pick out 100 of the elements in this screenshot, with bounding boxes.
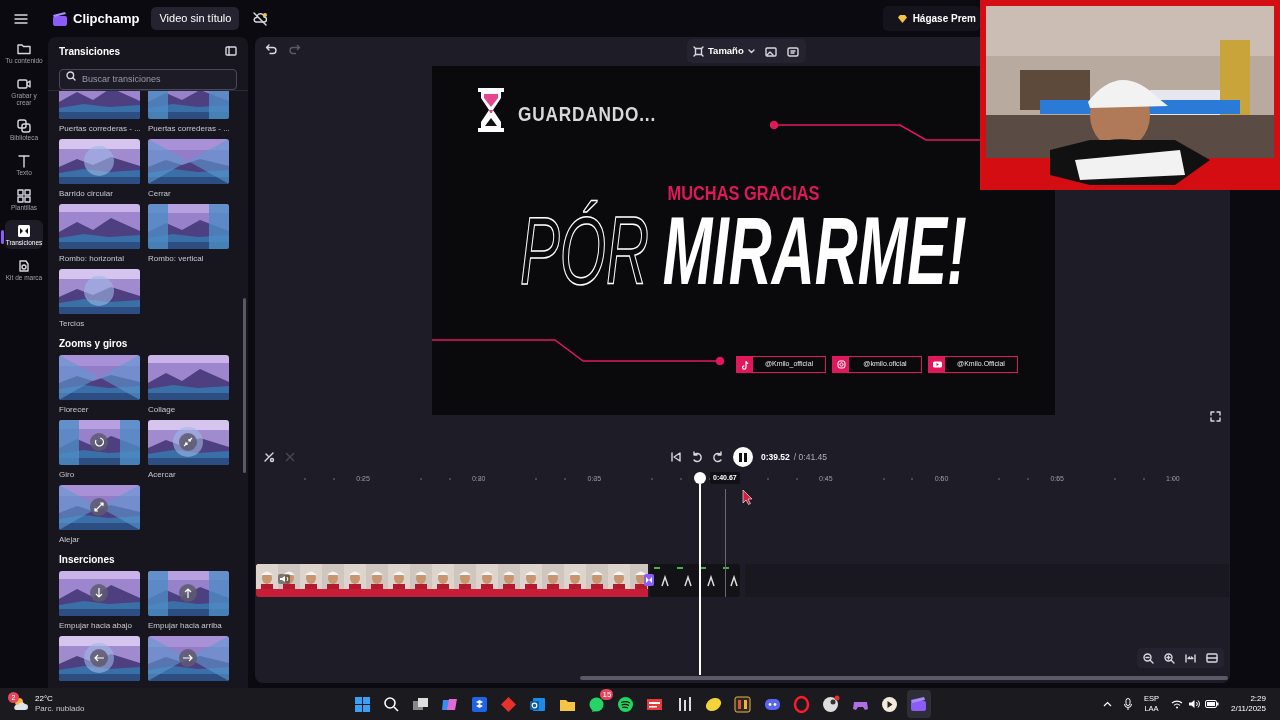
- split-icon[interactable]: [263, 451, 275, 463]
- folder-icon: [16, 41, 32, 57]
- hourglass-icon: [477, 88, 505, 132]
- resize-icon: [693, 45, 704, 57]
- diamond-icon[interactable]: [499, 694, 518, 714]
- wifi-icon[interactable]: [1171, 699, 1183, 709]
- transition-marker-icon[interactable]: [644, 574, 654, 586]
- app-name: Clipchamp: [73, 9, 140, 28]
- transition-item[interactable]: Alejar: [59, 485, 140, 550]
- undo-icon[interactable]: [265, 43, 277, 55]
- search-icon[interactable]: [381, 694, 401, 714]
- search-field[interactable]: Buscar transiciones: [59, 68, 237, 90]
- fit-width-icon[interactable]: [1185, 652, 1196, 664]
- camera-icon: [16, 76, 32, 92]
- chevron-down-icon: [747, 48, 755, 54]
- clapperboard-icon: [52, 10, 68, 27]
- library-icon: [16, 118, 32, 134]
- layout-icon[interactable]: [1206, 653, 1218, 663]
- zoom-out-icon[interactable]: [1143, 652, 1154, 664]
- item-label: Barrido circular: [59, 188, 114, 200]
- playhead-handle[interactable]: [694, 472, 706, 484]
- item-label: Florecer: [59, 404, 90, 416]
- item-label: Tercios: [59, 318, 86, 330]
- menu-icon[interactable]: [14, 12, 28, 25]
- play-icon: [931, 359, 943, 370]
- cursor-icon: [742, 489, 752, 505]
- size-dropdown[interactable]: Tamaño: [693, 43, 755, 59]
- transition-item[interactable]: Puertas correderas - ...: [148, 91, 229, 139]
- ring-icon[interactable]: [791, 694, 811, 714]
- notification-badge: 15: [600, 689, 614, 700]
- transition-item[interactable]: Giro: [59, 420, 140, 485]
- item-label: Empujar hacia arriba: [148, 620, 223, 632]
- templates-icon: [16, 188, 32, 204]
- zoom-in-icon[interactable]: [1164, 652, 1175, 664]
- diamond-icon: [896, 13, 908, 24]
- camera-icon: [835, 359, 847, 370]
- transition-item[interactable]: Rombo: vertical: [148, 204, 229, 269]
- scrollbar[interactable]: [243, 298, 246, 473]
- selection-indicator: [1, 230, 4, 244]
- collapse-panel-icon[interactable]: [225, 46, 237, 56]
- transition-item[interactable]: Collage: [148, 355, 229, 420]
- transition-item[interactable]: Tercios: [59, 269, 140, 334]
- box-icon[interactable]: [469, 694, 489, 714]
- premium-button[interactable]: Hágase Prem: [882, 6, 980, 31]
- rewind-5-icon[interactable]: [691, 451, 703, 463]
- cloud-sun-icon: [12, 696, 30, 712]
- item-label: Giro: [59, 469, 76, 481]
- item-label: Cerrar: [148, 188, 172, 200]
- transitions-icon: [16, 223, 32, 239]
- expand-icon: [90, 498, 108, 516]
- search-icon: [66, 70, 76, 81]
- section-heading: Inserciones: [59, 553, 116, 565]
- section-heading: Zooms y giros: [59, 337, 129, 349]
- start-icon[interactable]: [352, 694, 372, 714]
- forward-5-icon[interactable]: [712, 451, 724, 463]
- project-title-button[interactable]: Video sin título: [151, 7, 240, 30]
- text-icon: [16, 153, 32, 169]
- clapperboard-icon[interactable]: [909, 694, 929, 714]
- timeline-scrollbar[interactable]: [580, 676, 1228, 680]
- item-label: Acercar: [148, 469, 177, 481]
- cloud-off-icon[interactable]: [253, 11, 268, 26]
- item-label: Alejar: [59, 534, 81, 546]
- transition-item[interactable]: Acercar: [148, 420, 229, 485]
- transition-item[interactable]: Empujar hacia abajo: [59, 571, 140, 636]
- transition-item[interactable]: Rombo: horizontal: [59, 204, 140, 269]
- shrink-icon: [179, 433, 197, 451]
- redo-icon[interactable]: [289, 43, 301, 55]
- temperature: 22°C: [35, 694, 54, 704]
- status-text: GUARDANDO...: [518, 101, 657, 127]
- brand-kit-icon: [16, 258, 32, 274]
- item-label: Puertas correderas - ...: [148, 123, 229, 135]
- item-label: Puertas correderas - ...: [59, 123, 140, 135]
- tiktok-icon: [739, 359, 751, 370]
- current-time: 0:39.52: [761, 450, 790, 464]
- panel-title: Transiciones: [59, 44, 121, 59]
- captions-icon[interactable]: [786, 45, 800, 57]
- weather-description: Parc. nublado: [35, 704, 85, 714]
- transition-item[interactable]: Empujar hacia arriba: [148, 571, 229, 636]
- item-label: Rombo: horizontal: [59, 253, 125, 265]
- title-outline-text: PÓR: [520, 196, 650, 306]
- fullscreen-icon[interactable]: [1210, 411, 1221, 422]
- chevron-up-icon[interactable]: [1103, 701, 1112, 707]
- battery-icon[interactable]: [1205, 700, 1219, 708]
- volume-icon[interactable]: [1188, 699, 1200, 709]
- music-icon[interactable]: [616, 694, 636, 714]
- volume-icon[interactable]: [278, 574, 290, 584]
- play-pause-button[interactable]: [733, 447, 753, 467]
- item-label: Rombo: vertical: [148, 253, 205, 265]
- total-time: / 0:41.45: [793, 450, 827, 464]
- grid-icon[interactable]: [733, 694, 753, 714]
- transition-item[interactable]: Barrido circular: [59, 139, 140, 204]
- transition-item[interactable]: Florecer: [59, 355, 140, 420]
- clock[interactable]: 2:29 2/11/2025: [1231, 694, 1266, 714]
- play-icon[interactable]: [879, 694, 899, 714]
- skip-back-icon[interactable]: [670, 451, 682, 463]
- image-icon[interactable]: [764, 45, 777, 57]
- transition-item[interactable]: Cerrar: [148, 139, 229, 204]
- transition-item[interactable]: Puertas correderas - ...: [59, 91, 140, 139]
- microphone-icon[interactable]: [1124, 698, 1132, 710]
- pause-icon: [739, 452, 747, 462]
